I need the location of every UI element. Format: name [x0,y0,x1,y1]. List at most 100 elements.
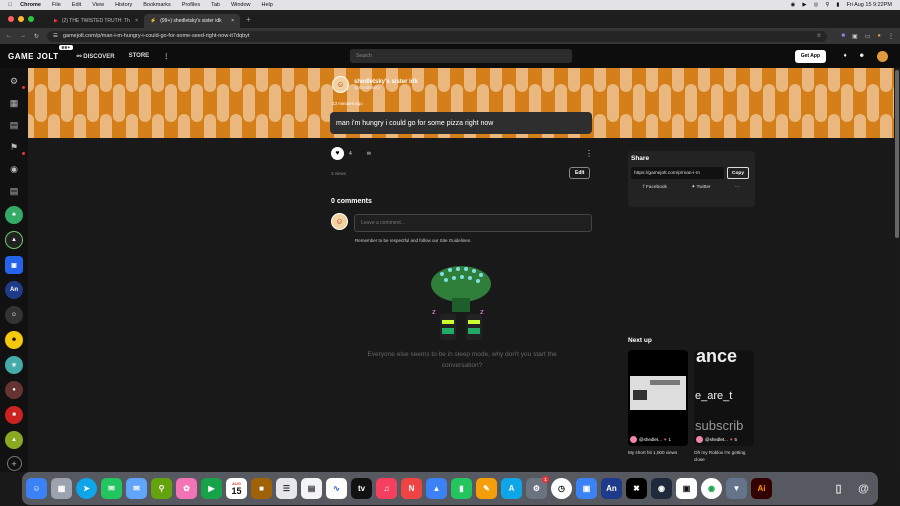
dock-appletv-icon[interactable]: tv [351,478,372,499]
dock-clock-icon[interactable]: ◷ [551,478,572,499]
sidebar-chat-icon[interactable]: ◉ [7,162,22,177]
dock-animate-icon[interactable]: An [601,478,622,499]
sidebar-community-5[interactable]: ☺ [5,306,23,324]
dock-roblox-icon[interactable]: ▣ [676,478,697,499]
sidebar-community-6[interactable]: ☻ [5,331,23,349]
dock-contacts-icon[interactable]: ■ [251,478,272,499]
menu-help[interactable]: Help [262,2,273,8]
dock-finder-icon[interactable]: ☺ [26,478,47,499]
share-facebook-button[interactable]: f Facebook [643,185,667,190]
reload-icon[interactable]: ↻ [34,33,39,40]
forward-icon[interactable]: → [20,33,26,39]
sidebar-community-2[interactable]: ▲ [5,231,23,249]
dock-trash-icon[interactable]: ▯ [828,478,849,499]
minimize-window-icon[interactable] [18,16,24,22]
close-tab-icon[interactable]: × [231,18,234,24]
gamejolt-logo[interactable]: GAME JOLT 99+ [8,44,73,61]
get-app-button[interactable]: Get App [794,49,826,63]
sidebar-library-icon[interactable]: ▤ [7,184,22,199]
dock-photos-icon[interactable]: ✿ [176,478,197,499]
address-bar[interactable]: ☰ gamejolt.com/p/man-i-m-hungry-i-could-… [47,30,828,42]
sidebar-community-9[interactable]: ■ [5,406,23,424]
dock-illustrator-icon[interactable]: Ai [751,478,772,499]
user-avatar[interactable] [877,50,888,62]
status-search-icon[interactable]: ⚲ [825,2,829,8]
sidebar-community-1[interactable]: ♣ [5,206,23,224]
menu-profiles[interactable]: Profiles [182,2,200,8]
dock-music-icon[interactable]: ♫ [376,478,397,499]
extension-icon[interactable]: ■ [841,33,845,40]
status-play-icon[interactable]: ▶ [802,2,806,8]
sidebar-add-icon[interactable]: + [6,456,22,471]
new-tab-icon[interactable]: + [246,15,251,24]
share-url-field[interactable]: https://gamejolt.com/p/man-i-m [631,167,724,179]
dock-maps-icon[interactable]: ⚲ [151,478,172,499]
share-twitter-button[interactable]: ✦ Twitter [691,185,710,190]
next-up-video-2-title[interactable]: Oh my Roblox I'm getting close [694,449,756,463]
sidepanel-icon[interactable]: ▭ [865,33,871,40]
copy-button[interactable]: Copy [727,167,749,179]
friends-icon[interactable]: ☻ [859,53,865,59]
dock-appstore-icon[interactable]: A [501,478,522,499]
next-up-video-1[interactable]: @shedlet... ♥ 1 [628,350,688,446]
dock-numbers-icon[interactable]: ▮ [451,478,472,499]
menu-edit[interactable]: Edit [72,2,81,8]
dock-facetime-icon[interactable]: ▶ [201,478,222,499]
menu-history[interactable]: History [115,2,132,8]
dock-chrome-icon[interactable]: ◉ [701,478,722,499]
next-up-video-1-title[interactable]: My short hit 1,000 views [628,449,690,456]
dock-downloads-icon[interactable]: ▼ [726,478,747,499]
post-author[interactable]: ☺ shedletsky's sister idk @shedletsky [332,76,418,93]
menu-view[interactable]: View [92,2,104,8]
dock-keynote-icon[interactable]: ▲ [426,478,447,499]
dock-roblox-studio-icon[interactable]: ▣ [576,478,597,499]
dock-notes-icon[interactable]: ▤ [301,478,322,499]
sidebar-quests-icon[interactable]: ⚑ [7,140,25,155]
close-tab-icon[interactable]: × [135,18,138,24]
menu-bookmarks[interactable]: Bookmarks [143,2,171,8]
dock-calendar-icon[interactable]: AUG 15 [226,478,247,499]
sidebar-inventory-icon[interactable]: ▤ [7,118,22,133]
menu-file[interactable]: File [52,2,61,8]
maximize-window-icon[interactable] [28,16,34,22]
close-window-icon[interactable] [8,16,14,22]
dock-mail-icon[interactable]: ✉ [126,478,147,499]
edit-button[interactable]: Edit [569,167,591,179]
dock-launchpad-icon[interactable]: ▦ [51,478,72,499]
dock-pages-icon[interactable]: ✎ [476,478,497,499]
comment-input[interactable]: Leave a comment... [354,214,592,232]
discover-link[interactable]: ⚯ DISCOVER [77,53,115,60]
next-up-video-2[interactable]: ance e_are_t subscrib @shedlet... ♥ 5 [694,350,754,446]
dock-safari-icon[interactable]: ➤ [76,478,97,499]
sidebar-community-8[interactable]: ● [5,381,23,399]
more-menu-icon[interactable]: ⋮ [163,53,169,60]
share-more-icon[interactable]: ⋯ [735,185,740,190]
bookmark-star-icon[interactable]: ☆ [816,33,821,39]
dock-news-icon[interactable]: N [401,478,422,499]
like-button[interactable]: ♥ [331,147,344,160]
sidebar-store-icon[interactable]: ▦ [7,96,22,111]
scrollbar-thumb[interactable] [895,70,899,238]
author-handle[interactable]: @shedletsky [354,85,418,90]
menu-app-name[interactable]: Chrome [20,2,41,8]
site-info-icon[interactable]: ☰ [53,33,58,39]
dock-steam-icon[interactable]: ◉ [651,478,672,499]
dock-freeform-icon[interactable]: ∿ [326,478,347,499]
author-avatar[interactable]: ☺ [332,76,349,93]
menu-window[interactable]: Window [231,2,251,8]
profile-icon[interactable]: ● [877,33,881,40]
extensions-puzzle-icon[interactable]: ▣ [852,33,858,40]
store-link[interactable]: STORE [129,53,150,59]
sidebar-activity-icon[interactable]: ⚙ [7,74,25,89]
status-wifi-icon[interactable]: ◎ [814,2,819,8]
apple-icon[interactable]:  [8,2,12,8]
sidebar-community-7[interactable]: ☀ [5,356,23,374]
sidebar-community-10[interactable]: ▲ [5,431,23,449]
sidebar-community-3[interactable]: ▣ [5,256,23,274]
status-datetime[interactable]: Fri Aug 15 9:22PM [846,2,892,8]
back-icon[interactable]: ← [6,33,12,39]
dock-settings-icon[interactable]: ⚙ 1 [526,476,549,499]
browser-tab-1[interactable]: ▶ (2) THE TWISTED TRUTH: Th × [48,14,144,28]
post-options-icon[interactable]: ⋮ [585,149,593,158]
notifications-bell-icon[interactable]: ♦ [844,53,847,59]
